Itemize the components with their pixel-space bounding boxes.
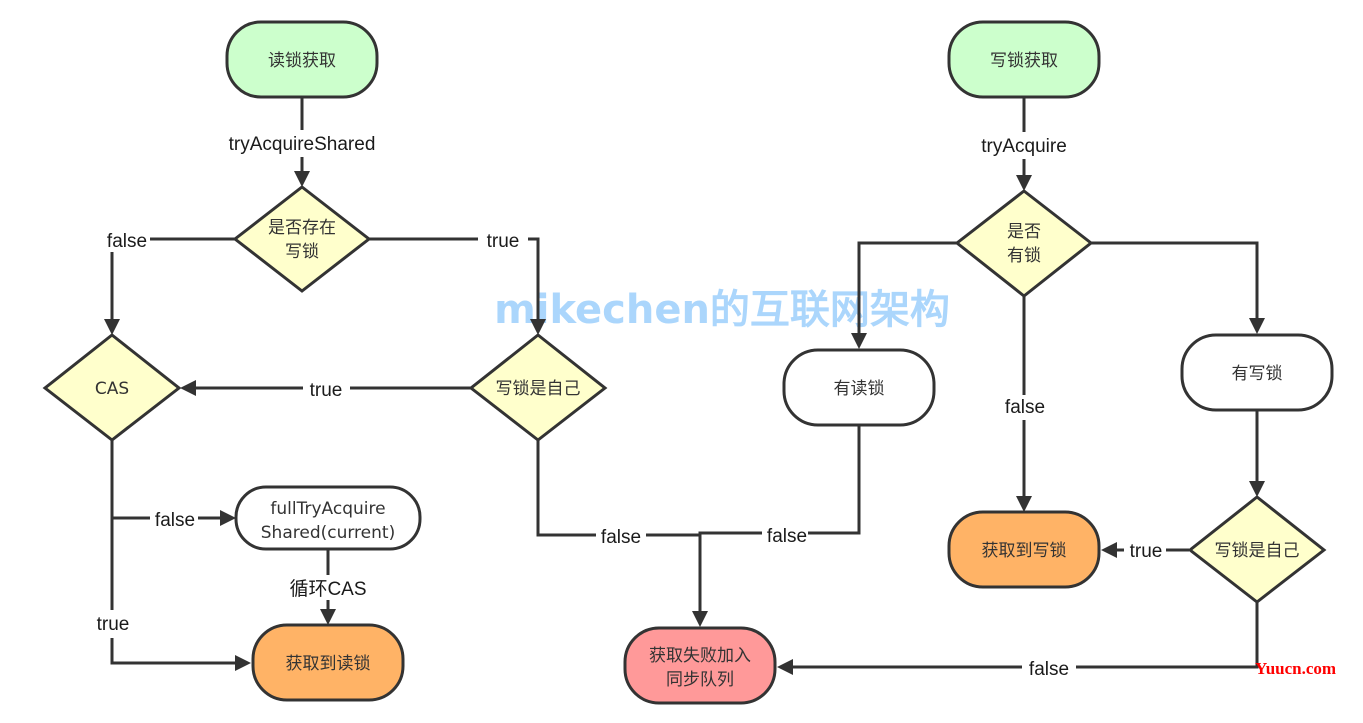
label-write-self-true: true [1130, 541, 1163, 562]
node-has-write-lock: 是否存在 写锁 [232, 185, 372, 293]
edge-read-lock-false-left [698, 531, 762, 612]
node-full-try-line1: fullTryAcquire [270, 499, 385, 519]
node-has-lock-line2: 有锁 [1007, 246, 1041, 266]
node-has-write-lock-w: 有写锁 [1180, 333, 1334, 412]
node-has-write-lock-line1: 是否存在 [268, 218, 336, 238]
arrowhead [104, 319, 120, 335]
arrowhead [320, 609, 336, 625]
label-has-lock-false: false [1005, 397, 1045, 418]
node-write-acquired-label: 获取到写锁 [982, 541, 1067, 561]
node-read-acquired-label: 获取到读锁 [286, 654, 371, 674]
label-has-write-true: true [487, 231, 520, 252]
node-write-lock-is-self-w: 写锁是自己 [1187, 495, 1327, 604]
label-read-lock-false: false [767, 526, 807, 547]
node-has-write-lock-line2: 写锁 [285, 242, 319, 262]
arrowhead [1016, 496, 1032, 512]
label-has-write-false: false [107, 231, 147, 252]
edge-cas-true [110, 638, 237, 665]
edge-write-self-false [1076, 602, 1259, 669]
label-try-acquire: tryAcquire [981, 136, 1067, 157]
node-read-start-label: 读锁获取 [268, 51, 336, 71]
node-read-start: 读锁获取 [225, 20, 379, 99]
node-cas-label: CAS [95, 379, 129, 399]
label-loop-cas: 循环CAS [289, 578, 366, 600]
label-cas-true: true [97, 614, 130, 635]
node-has-read-lock: 有读锁 [782, 348, 936, 427]
label-write-self-false: false [1029, 659, 1069, 680]
arrowhead [851, 333, 867, 349]
node-has-read-lock-label: 有读锁 [834, 379, 885, 399]
node-has-lock-line1: 是否 [1007, 222, 1041, 242]
arrowhead [180, 380, 196, 396]
arrowhead [1016, 175, 1032, 191]
label-self-false: false [601, 527, 641, 548]
label-cas-false: false [155, 510, 195, 531]
node-full-try-acquire: fullTryAcquire Shared(current) [234, 485, 422, 551]
node-cas: CAS [42, 333, 182, 442]
node-write-start: 写锁获取 [947, 20, 1101, 99]
node-write-start-label: 写锁获取 [990, 51, 1058, 71]
write-flow-edges [692, 97, 1265, 675]
label-self-true: true [310, 380, 343, 401]
node-write-lock-is-self: 写锁是自己 [468, 333, 608, 442]
node-write-lock-is-self-label: 写锁是自己 [496, 379, 581, 399]
arrowhead [777, 659, 793, 675]
node-write-acquired: 获取到写锁 [947, 510, 1101, 589]
edge-read-lock-false [808, 425, 861, 535]
arrowhead [294, 171, 310, 187]
node-failure-line2: 同步队列 [666, 670, 734, 690]
arrowhead [1249, 481, 1265, 497]
flowchart-canvas: mikechen的互联网架构 读锁获取 是否存在 写锁 写锁是自己 CAS fu… [42, 20, 1336, 705]
arrowhead [692, 611, 708, 627]
node-write-lock-is-self-w-label: 写锁是自己 [1215, 541, 1300, 561]
node-read-acquired: 获取到读锁 [251, 623, 405, 702]
node-full-try-line2: Shared(current) [261, 523, 395, 543]
watermark: mikechen的互联网架构 [494, 287, 950, 333]
arrowhead [220, 510, 236, 526]
edge-self-false [536, 440, 596, 537]
edge-has-lock-write [1091, 241, 1259, 319]
node-failure-line1: 获取失败加入 [649, 646, 751, 666]
credit-text: Yuucn.com [1255, 659, 1336, 678]
arrowhead [235, 655, 251, 671]
node-has-lock: 是否 有锁 [954, 189, 1094, 298]
node-has-write-lock-w-label: 有写锁 [1232, 364, 1283, 384]
label-try-acquire-shared: tryAcquireShared [229, 134, 376, 155]
node-failure: 获取失败加入 同步队列 [623, 626, 777, 705]
arrowhead [1101, 542, 1117, 558]
arrowhead [1249, 318, 1265, 334]
read-flow-edges [104, 97, 700, 671]
